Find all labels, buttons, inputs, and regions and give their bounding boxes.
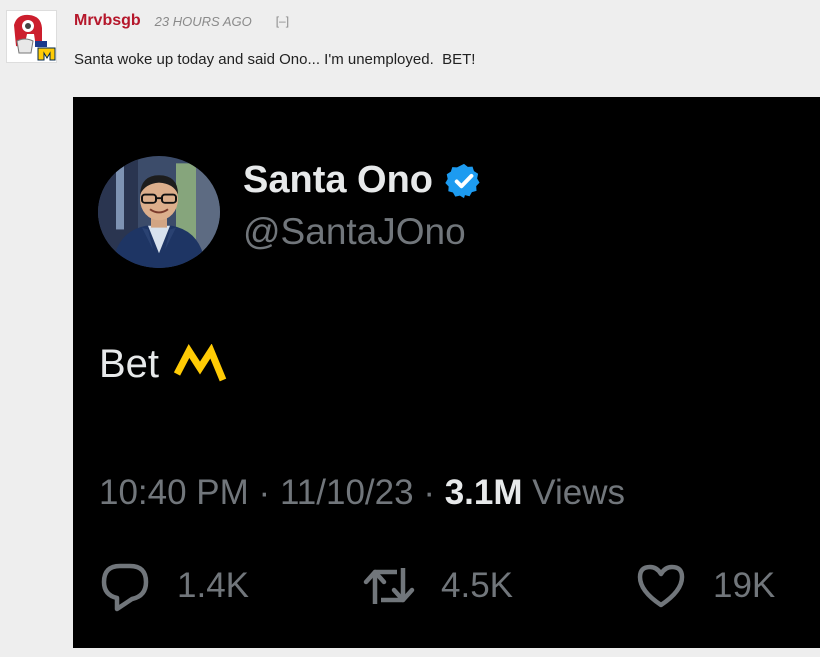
reply-action: 1.4K	[99, 560, 249, 612]
retweet-action: 4.5K	[363, 560, 513, 612]
tweet-screenshot-image: Santa Ono @SantaJOno Bet 10:40 PM · 11/1…	[73, 97, 820, 648]
reply-bubble-icon	[101, 563, 149, 612]
like-count: 19K	[713, 566, 776, 605]
tweet-timestamp-line: 10:40 PM · 11/10/23 · 3.1M Views	[99, 473, 625, 513]
comment-timestamp: 23 HOURS AGO	[154, 13, 252, 29]
tweet-author: Santa Ono	[243, 159, 483, 202]
views-label: Views	[532, 473, 625, 512]
separator: ·	[258, 473, 271, 512]
retweet-count: 4.5K	[441, 566, 513, 605]
user-avatar[interactable]	[6, 10, 57, 63]
tweet-content: Bet	[99, 342, 227, 387]
comment-container: Mrvbsgb 23 HOURS AGO [–] Santa woke up t…	[0, 0, 820, 657]
block-m-icon	[173, 343, 227, 381]
reply-count: 1.4K	[177, 566, 249, 605]
views-count: 3.1M	[444, 473, 523, 512]
comment-meta: Mrvbsgb 23 HOURS AGO [–]	[74, 10, 289, 32]
verified-badge-icon	[445, 163, 480, 198]
retweet-icon	[363, 568, 415, 604]
heart-icon	[637, 564, 685, 608]
like-action: 19K	[635, 560, 775, 612]
comment-body: Santa woke up today and said Ono... I'm …	[74, 51, 476, 68]
tweet-handle: @SantaJOno	[243, 211, 466, 252]
tweet-text: Bet	[99, 342, 160, 386]
michigan-logo-avatar-icon	[7, 11, 56, 62]
separator: ·	[423, 473, 435, 512]
display-name: Santa Ono	[243, 159, 434, 201]
tweet-time: 10:40 PM	[99, 473, 249, 512]
tweet-date: 11/10/23	[279, 473, 414, 512]
collapse-toggle[interactable]: [–]	[276, 14, 289, 28]
username-link[interactable]: Mrvbsgb	[74, 12, 141, 30]
profile-photo	[98, 156, 220, 268]
